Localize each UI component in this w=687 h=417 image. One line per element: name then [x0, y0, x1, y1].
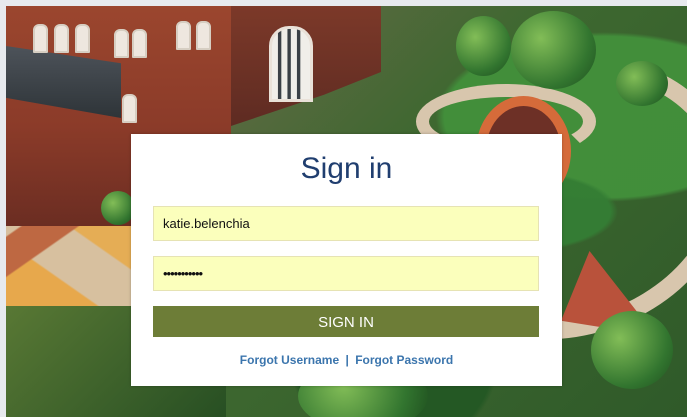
building-window [196, 21, 211, 50]
tree [511, 11, 596, 89]
tree [591, 311, 673, 389]
arched-window [269, 26, 313, 102]
username-input[interactable] [153, 206, 539, 241]
tree [456, 16, 511, 76]
building-window [132, 29, 147, 58]
building-window [114, 29, 129, 58]
forgot-links: Forgot Username | Forgot Password [131, 352, 562, 368]
building-window [122, 94, 137, 123]
tree [616, 61, 668, 106]
building-window [33, 24, 48, 53]
sign-in-title: Sign in [300, 152, 393, 185]
forgot-password-link[interactable]: Forgot Password [355, 353, 453, 367]
sign-in-screen: Sign in SIGN IN Forgot Username | Forgot… [0, 0, 687, 417]
building-window [54, 24, 69, 53]
link-separator: | [345, 353, 349, 367]
password-input[interactable] [153, 256, 539, 291]
shrub [101, 191, 135, 225]
building-window [176, 21, 191, 50]
building-window [75, 24, 90, 53]
sign-in-button[interactable]: SIGN IN [153, 306, 539, 337]
sign-in-card: Sign in SIGN IN Forgot Username | Forgot… [131, 134, 562, 386]
forgot-username-link[interactable]: Forgot Username [240, 353, 339, 367]
